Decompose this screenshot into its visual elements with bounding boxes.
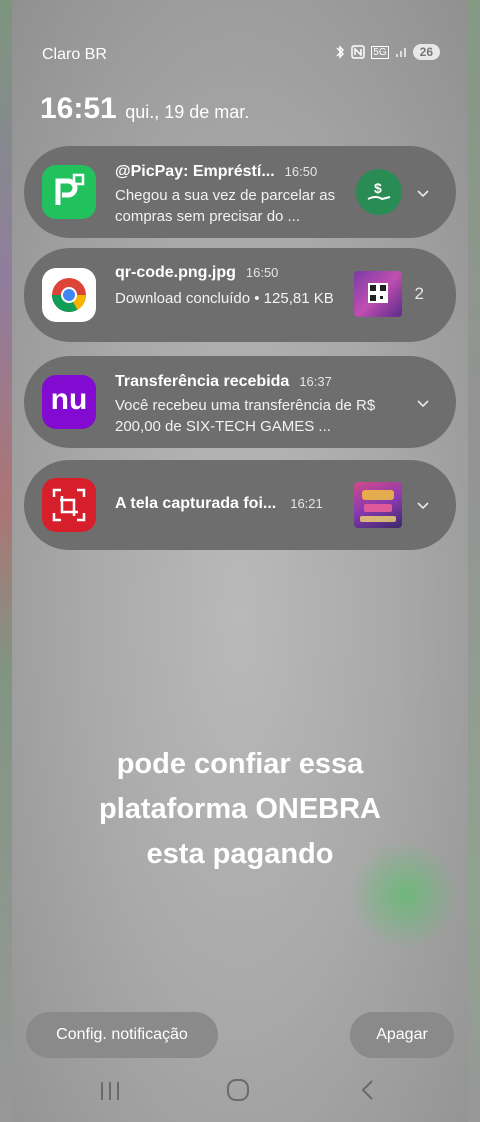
notification-body: Você recebeu uma transferência de R$ 200… bbox=[115, 397, 376, 435]
screenshot-thumbnail bbox=[354, 482, 402, 528]
qr-code-thumbnail bbox=[354, 271, 402, 317]
status-icons: 5G 26 bbox=[335, 44, 440, 60]
notification-title-text: A tela capturada foi... bbox=[115, 495, 277, 512]
navigation-bar bbox=[0, 1070, 480, 1110]
chevron-down-icon[interactable] bbox=[416, 396, 430, 410]
notification-title: Transferência recebida 16:37 bbox=[115, 373, 332, 391]
background-edge-left bbox=[0, 0, 12, 1122]
notification-time: 16:50 bbox=[284, 164, 318, 179]
notification-title: A tela capturada foi... 16:21 bbox=[115, 495, 323, 513]
caption-line: esta pagando bbox=[146, 838, 334, 870]
status-bar: Claro BR 5G 26 bbox=[42, 44, 440, 68]
clear-all-button[interactable]: Apagar bbox=[350, 1012, 454, 1058]
notification-body: Download concluído • 125,81 KB bbox=[115, 290, 334, 307]
nubank-icon: nu bbox=[42, 375, 96, 429]
notification-title: @PicPay: Empréstí... 16:50 bbox=[115, 163, 317, 181]
carrier-name: Claro BR bbox=[42, 46, 107, 63]
notification-title-text: Transferência recebida bbox=[115, 373, 290, 390]
battery-indicator: 26 bbox=[412, 44, 440, 60]
notification-title-text: @PicPay: Empréstí... bbox=[115, 163, 275, 180]
nubank-icon-text: nu bbox=[50, 383, 88, 416]
chevron-down-icon[interactable] bbox=[416, 186, 430, 200]
notification-nubank[interactable]: nu Transferência recebida 16:37 Você rece… bbox=[24, 356, 456, 448]
battery-level: 26 bbox=[419, 45, 433, 59]
recent-apps-icon[interactable] bbox=[88, 1070, 132, 1110]
notification-body: Chegou a sua vez de parcelar as compras … bbox=[115, 187, 336, 225]
nfc-icon bbox=[351, 45, 366, 59]
svg-text:$: $ bbox=[374, 180, 382, 196]
bluetooth-icon bbox=[336, 45, 345, 59]
clock-time: 16:51 bbox=[40, 92, 117, 125]
chevron-down-icon[interactable] bbox=[416, 498, 430, 512]
notification-count: 2 bbox=[414, 284, 424, 303]
notification-time: 16:21 bbox=[290, 496, 323, 511]
chrome-icon bbox=[42, 268, 96, 322]
notification-title: qr-code.png.jpg 16:50 bbox=[115, 264, 278, 282]
caption-line: pode confiar essa bbox=[116, 748, 364, 780]
back-icon[interactable] bbox=[346, 1070, 390, 1110]
notification-chrome[interactable]: qr-code.png.jpg 16:50 Download concluído … bbox=[24, 248, 456, 342]
background-edge-right bbox=[468, 0, 480, 1122]
notification-settings-button[interactable]: Config. notificação bbox=[26, 1012, 218, 1058]
caption-line: plataforma ONEBRA bbox=[99, 793, 381, 825]
signal-icon bbox=[395, 48, 406, 57]
notification-time: 16:50 bbox=[245, 265, 279, 280]
notification-time: 16:37 bbox=[299, 374, 332, 389]
clock-date-text: qui., 19 de mar. bbox=[125, 102, 250, 122]
home-icon[interactable] bbox=[216, 1070, 260, 1110]
video-caption: pode confiar essa plataforma ONEBRA esta… bbox=[0, 742, 480, 877]
network-type: 5G bbox=[371, 45, 389, 59]
notification-screenshot[interactable]: A tela capturada foi... 16:21 bbox=[24, 460, 456, 550]
notification-title-text: qr-code.png.jpg bbox=[115, 264, 236, 281]
money-hand-icon[interactable]: $ bbox=[356, 169, 402, 215]
clock-date: 16:51 qui., 19 de mar. bbox=[40, 92, 249, 126]
screenshot-icon bbox=[42, 478, 96, 532]
notification-picpay[interactable]: @PicPay: Empréstí... 16:50 Chegou a sua v… bbox=[24, 146, 456, 238]
picpay-icon bbox=[42, 165, 96, 219]
